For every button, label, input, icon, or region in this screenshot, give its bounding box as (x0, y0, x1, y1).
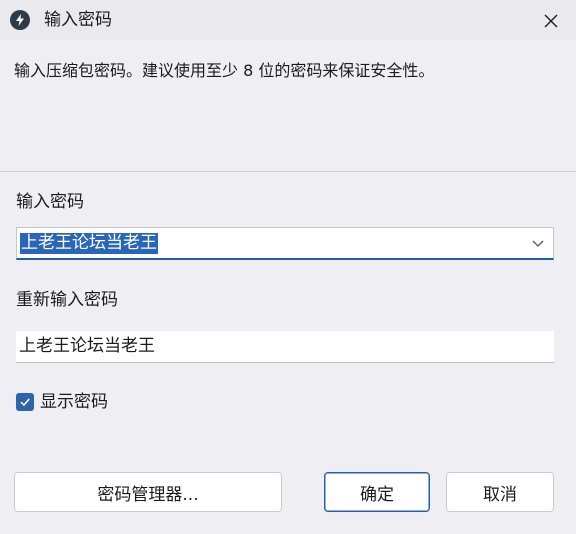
confirm-password-input[interactable]: 上老王论坛当老王 (16, 331, 554, 363)
close-button[interactable] (538, 8, 564, 34)
window-title: 输入密码 (44, 10, 112, 30)
password-manager-button[interactable]: 密码管理器... (14, 472, 282, 512)
confirm-password-label: 重新输入密码 (16, 290, 118, 310)
password-value: 上老王论坛当老王 (20, 233, 158, 254)
ok-button[interactable]: 确定 (324, 472, 430, 512)
chevron-down-icon[interactable] (531, 236, 545, 250)
title-bar: 输入密码 (0, 0, 576, 40)
checkmark-icon (20, 398, 30, 407)
divider (0, 171, 576, 172)
password-label: 输入密码 (16, 192, 84, 212)
password-dialog: 输入密码 输入压缩包密码。建议使用至少 8 位的密码来保证安全性。 输入密码 上… (0, 0, 576, 534)
lightning-app-icon (10, 10, 30, 30)
password-combobox[interactable]: 上老王论坛当老王 (16, 227, 554, 260)
cancel-button[interactable]: 取消 (446, 472, 554, 512)
show-password-label[interactable]: 显示密码 (40, 391, 108, 413)
confirm-password-value: 上老王论坛当老王 (19, 336, 155, 356)
description-text: 输入压缩包密码。建议使用至少 8 位的密码来保证安全性。 (14, 61, 435, 80)
show-password-checkbox[interactable] (16, 393, 34, 411)
close-icon (544, 14, 558, 28)
